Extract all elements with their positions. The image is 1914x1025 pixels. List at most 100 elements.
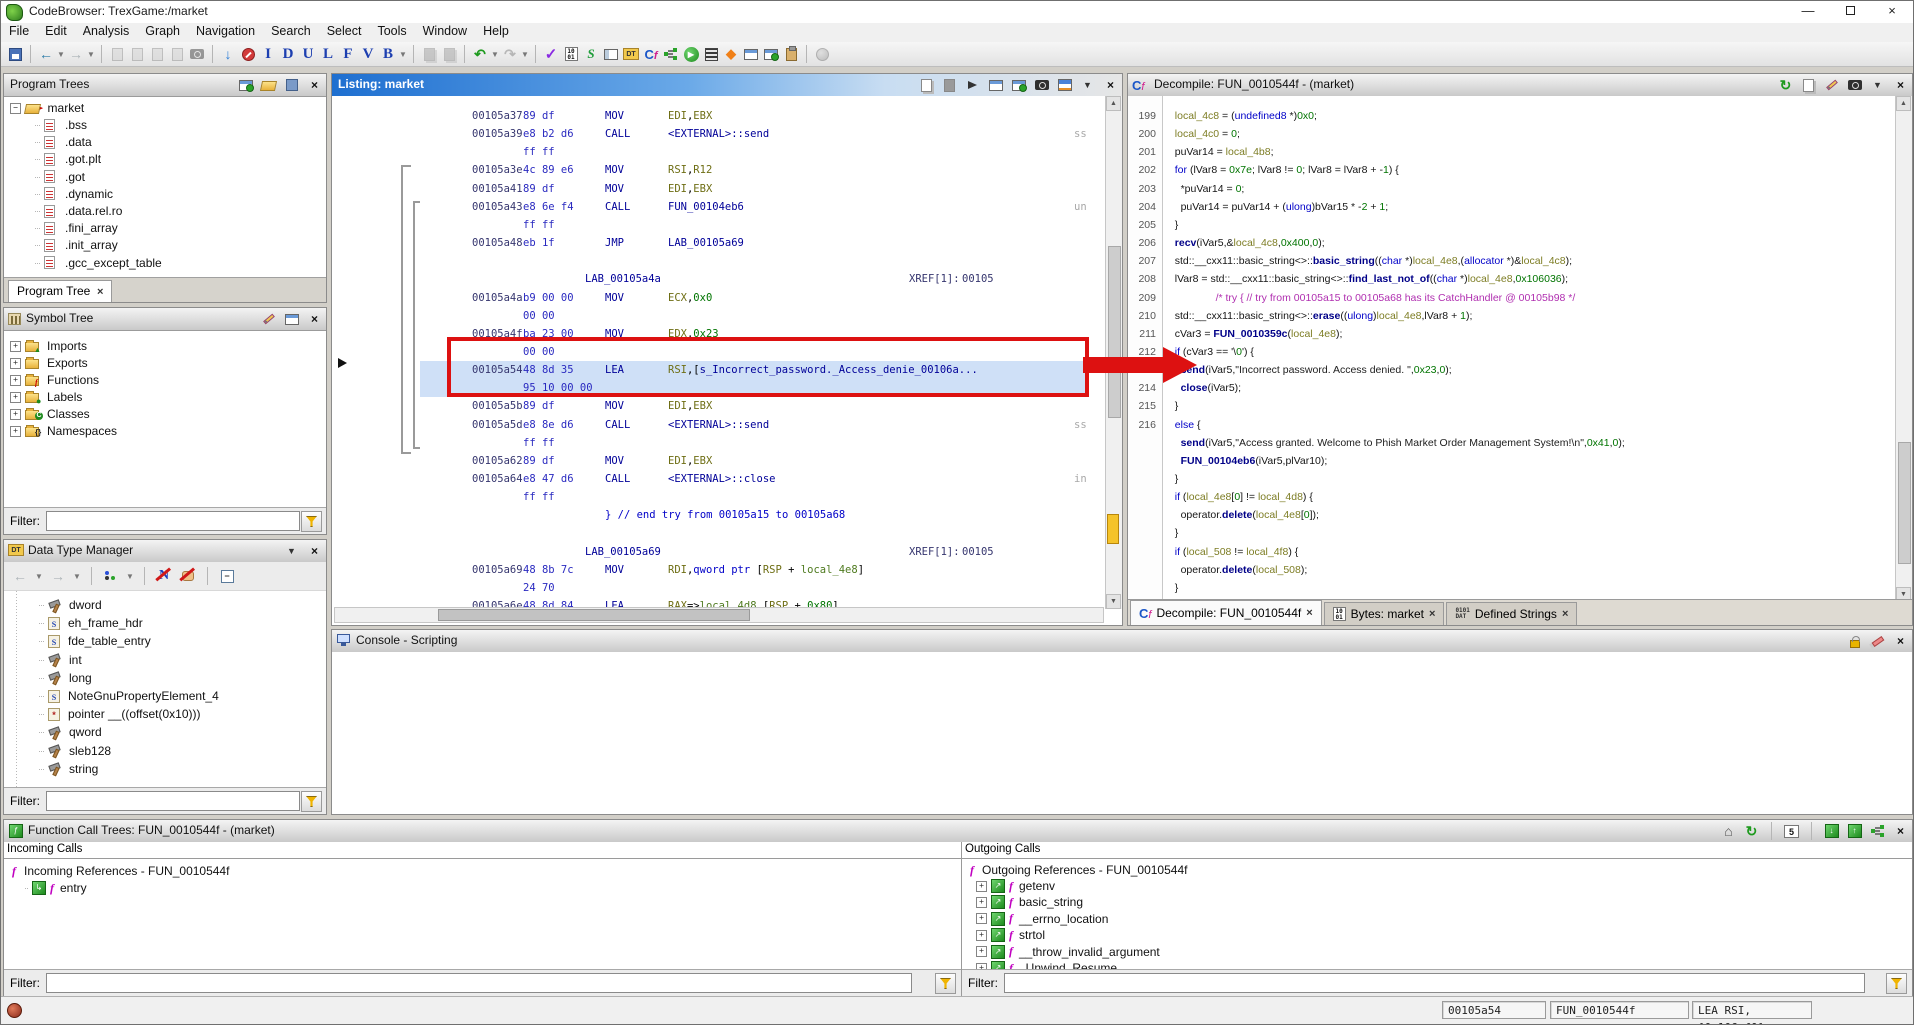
listing-row[interactable] (332, 252, 1122, 270)
go-down-icon[interactable]: ↓ (219, 45, 237, 64)
outgoing-call-item[interactable]: +↗fgetenv (976, 878, 1055, 894)
listing-row[interactable]: ff ff (332, 488, 1122, 506)
undo-icon[interactable]: ↶ (471, 45, 489, 64)
incoming-calls-tree[interactable]: fIncoming References - FUN_0010544f··↳fe… (4, 859, 961, 969)
list-view-icon[interactable] (283, 311, 300, 328)
edit-icon[interactable] (1823, 77, 1840, 94)
tree-item-section[interactable]: ···.bss (34, 117, 87, 133)
format-icon[interactable] (1056, 77, 1073, 94)
nav-function-out-icon[interactable] (148, 45, 166, 64)
dropdown-icon[interactable]: ▼ (399, 45, 407, 64)
outgoing-call-item[interactable]: +↗fbasic_string (976, 894, 1083, 910)
symbol-tree-item-imports[interactable]: +▲Imports (10, 338, 87, 354)
conflict-mode-icon[interactable] (102, 567, 120, 586)
incoming-filter-icon[interactable]: ↓ (1823, 823, 1840, 840)
symbol-tree-filter-input[interactable] (46, 511, 300, 531)
decompile-line[interactable]: operator.delete(local_4e8[0]); (1166, 506, 1892, 524)
validate-icon[interactable]: ✓ (542, 45, 560, 64)
home-icon[interactable]: ⌂ (1720, 823, 1737, 840)
nav-program-in-icon[interactable] (128, 45, 146, 64)
listing-row[interactable]: 00105a5b89 dfMOVEDI,EBX (332, 397, 1122, 415)
decompile-line[interactable]: } (1166, 470, 1892, 488)
symbol-tree-item-labels[interactable]: +●Labels (10, 389, 82, 405)
outgoing-filter-input[interactable] (1004, 973, 1865, 993)
listing-row[interactable]: ff ff (332, 143, 1122, 161)
decompile-line[interactable]: local_4c0 = 0; (1166, 125, 1892, 143)
maximize-button[interactable] (1829, 1, 1871, 23)
outgoing-call-item[interactable]: +↗f_Unwind_Resume (976, 960, 1117, 969)
dropdown-icon[interactable]: ▼ (57, 45, 65, 64)
decompile-line[interactable]: send(iVar5,"Access granted. Welcome to P… (1166, 434, 1892, 452)
listing-row[interactable]: 00105a4ab9 00 00MOVECX,0x0 (332, 289, 1122, 307)
tree-item-market[interactable]: −➤ market (10, 100, 84, 116)
save-tree-icon[interactable] (283, 77, 300, 94)
data-type-manager-header[interactable]: DT Data Type Manager ▼ × (4, 540, 326, 563)
insert-d-icon[interactable]: D (279, 45, 297, 64)
data-type-item[interactable]: ···Sfde_table_entry (38, 633, 151, 649)
new-tree-icon[interactable] (237, 77, 254, 94)
diff-view-icon[interactable] (1010, 77, 1027, 94)
edit-icon[interactable] (260, 311, 277, 328)
symbol-tree-item-functions[interactable]: +fFunctions (10, 372, 99, 388)
insert-v-icon[interactable]: V (359, 45, 377, 64)
nav-function-in-icon[interactable] (168, 45, 186, 64)
listing-row[interactable]: 00105a39e8 b2 d6CALL<EXTERNAL>::sendss (332, 125, 1122, 143)
tree-item-section[interactable]: ···.init_array (34, 237, 118, 253)
outgoing-call-item[interactable]: +↗fstrtol (976, 927, 1045, 943)
console-output[interactable] (332, 652, 1912, 814)
close-icon[interactable]: × (1102, 77, 1119, 94)
decompile-line[interactable]: } (1166, 216, 1892, 234)
decompile-line[interactable]: lVar8 = std::__cxx11::basic_string<>::fi… (1166, 270, 1892, 288)
decompile-line[interactable]: close(iVar5); (1166, 379, 1892, 397)
listing-row[interactable] (332, 524, 1122, 542)
program-tree-tab[interactable]: Program Tree × (8, 280, 112, 302)
data-type-filter-input[interactable] (46, 791, 300, 811)
outgoing-root[interactable]: fOutgoing References - FUN_0010544f (970, 862, 1187, 878)
close-button[interactable]: × (1871, 1, 1913, 23)
clear-bytes-icon[interactable] (440, 45, 458, 64)
forward-icon[interactable]: → (49, 567, 67, 586)
symbol-tree-header[interactable]: Symbol Tree × (4, 308, 326, 331)
decompile-line[interactable]: std::__cxx11::basic_string<>::erase((ulo… (1166, 307, 1892, 325)
listing-row[interactable]: } // end try from 00105a15 to 00105a68 (332, 506, 1122, 524)
menu-tools[interactable]: Tools (369, 23, 414, 39)
decompile-line[interactable]: if (cVar3 == '\0') { (1166, 343, 1892, 361)
close-panel-icon[interactable]: × (1892, 823, 1909, 840)
datatypes-icon[interactable]: DT (622, 45, 640, 64)
close-panel-icon[interactable]: × (306, 543, 323, 560)
cursor-icon[interactable] (964, 77, 981, 94)
refresh-icon[interactable]: ↻ (1777, 77, 1794, 94)
snapshot-icon[interactable] (1033, 77, 1050, 94)
listing-row[interactable]: 00105a43e8 6e f4CALLFUN_00104eb6un (332, 198, 1122, 216)
listing-row[interactable]: 00105a6948 8b 7cMOVRDI,qword ptr [RSP + … (332, 561, 1122, 579)
decompile-line[interactable]: else { (1166, 416, 1892, 434)
table-green-icon[interactable] (762, 45, 780, 64)
symbol-tree-item-classes[interactable]: +CClasses (10, 406, 90, 422)
data-type-item[interactable]: ···SNoteGnuPropertyElement_4 (38, 688, 219, 704)
decompile-line[interactable]: if (local_508 != local_4f8) { (1166, 543, 1892, 561)
table-icon[interactable] (742, 45, 760, 64)
data-type-item[interactable]: ···dword (38, 597, 102, 613)
tree-item-section[interactable]: ···.gcc_except_table (34, 255, 162, 271)
menu-file[interactable]: File (1, 23, 37, 39)
tree-item-section[interactable]: ···.fini_array (34, 220, 118, 236)
back-icon[interactable]: ← (11, 567, 29, 586)
listing-row[interactable]: 00105a3e4c 89 e6MOVRSI,R12 (332, 161, 1122, 179)
decompile-line[interactable]: operator.delete(local_508); (1166, 561, 1892, 579)
paste-icon[interactable] (941, 77, 958, 94)
collapse-all-icon[interactable]: − (218, 567, 236, 586)
decompile-line[interactable]: FUN_00104eb6(iVar5,plVar10); (1166, 452, 1892, 470)
analysis-status-icon[interactable] (7, 1003, 22, 1018)
listing-row[interactable]: 00105a48eb 1fJMPLAB_00105a69 (332, 234, 1122, 252)
panel-menu-icon[interactable]: ▼ (283, 543, 300, 560)
listing-row[interactable]: 00105a6289 dfMOVEDI,EBX (332, 452, 1122, 470)
outgoing-call-item[interactable]: +↗f__throw_invalid_argument (976, 944, 1160, 960)
incoming-root[interactable]: fIncoming References - FUN_0010544f (12, 863, 229, 879)
film-icon[interactable] (602, 45, 620, 64)
dropdown-icon[interactable]: ▼ (1079, 77, 1096, 94)
incoming-filter-input[interactable] (46, 973, 912, 993)
filter-options-icon[interactable] (935, 973, 956, 994)
close-panel-icon[interactable]: × (1892, 633, 1909, 650)
menu-analysis[interactable]: Analysis (75, 23, 138, 39)
dropdown-icon[interactable]: ▼ (521, 45, 529, 64)
